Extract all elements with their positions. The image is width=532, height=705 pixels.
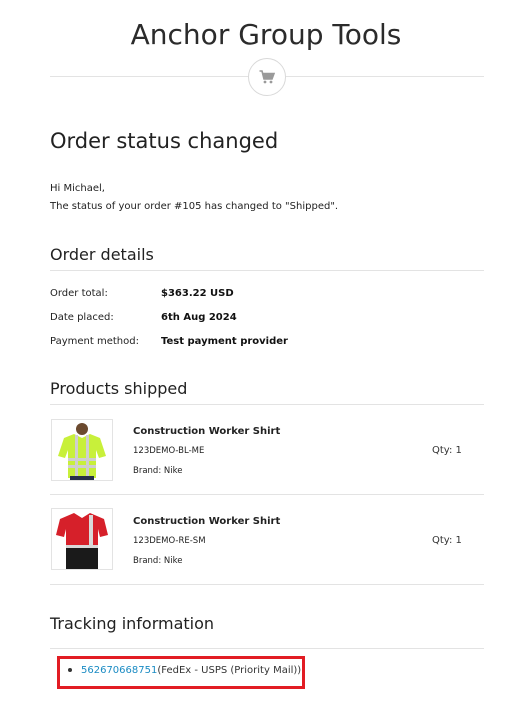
product-brand: Brand: Nike [133, 556, 183, 566]
product-image[interactable] [51, 419, 113, 481]
order-details-divider [50, 270, 484, 271]
page-heading: Order status changed [50, 129, 279, 153]
tracking-carrier: (FedEx - USPS (Priority Mail)) [157, 665, 302, 676]
cart-icon [259, 70, 275, 84]
greeting: Hi Michael, [50, 183, 105, 194]
products-heading: Products shipped [50, 379, 188, 398]
tracking-divider [50, 648, 484, 649]
product-divider [50, 584, 484, 585]
payment-method-value: Test payment provider [161, 336, 288, 347]
cart-badge [248, 58, 286, 96]
bullet-icon [68, 668, 72, 672]
store-title: Anchor Group Tools [130, 18, 402, 51]
product-brand: Brand: Nike [133, 466, 183, 476]
product-name: Construction Worker Shirt [133, 426, 281, 437]
order-details-heading: Order details [50, 245, 154, 264]
product-sku: 123DEMO-BL-ME [133, 446, 205, 456]
product-qty: Qty: 1 [432, 535, 462, 546]
tracking-item: 562670668751(FedEx - USPS (Priority Mail… [68, 665, 301, 676]
status-message: The status of your order #105 has change… [50, 201, 339, 212]
date-placed-value: 6th Aug 2024 [161, 312, 237, 323]
payment-method-label: Payment method: [50, 336, 139, 347]
shirt-image [56, 513, 108, 569]
tracking-number-link[interactable]: 562670668751 [81, 665, 157, 676]
date-placed-label: Date placed: [50, 312, 114, 323]
products-divider [50, 404, 484, 405]
order-total-label: Order total: [50, 288, 108, 299]
tracking-heading: Tracking information [50, 614, 215, 633]
product-qty: Qty: 1 [432, 445, 462, 456]
product-image[interactable] [51, 508, 113, 570]
product-divider [50, 494, 484, 495]
order-total-value: $363.22 USD [161, 288, 234, 299]
product-name: Construction Worker Shirt [133, 516, 281, 527]
product-sku: 123DEMO-RE-SM [133, 536, 206, 546]
shirt-image [58, 423, 106, 480]
